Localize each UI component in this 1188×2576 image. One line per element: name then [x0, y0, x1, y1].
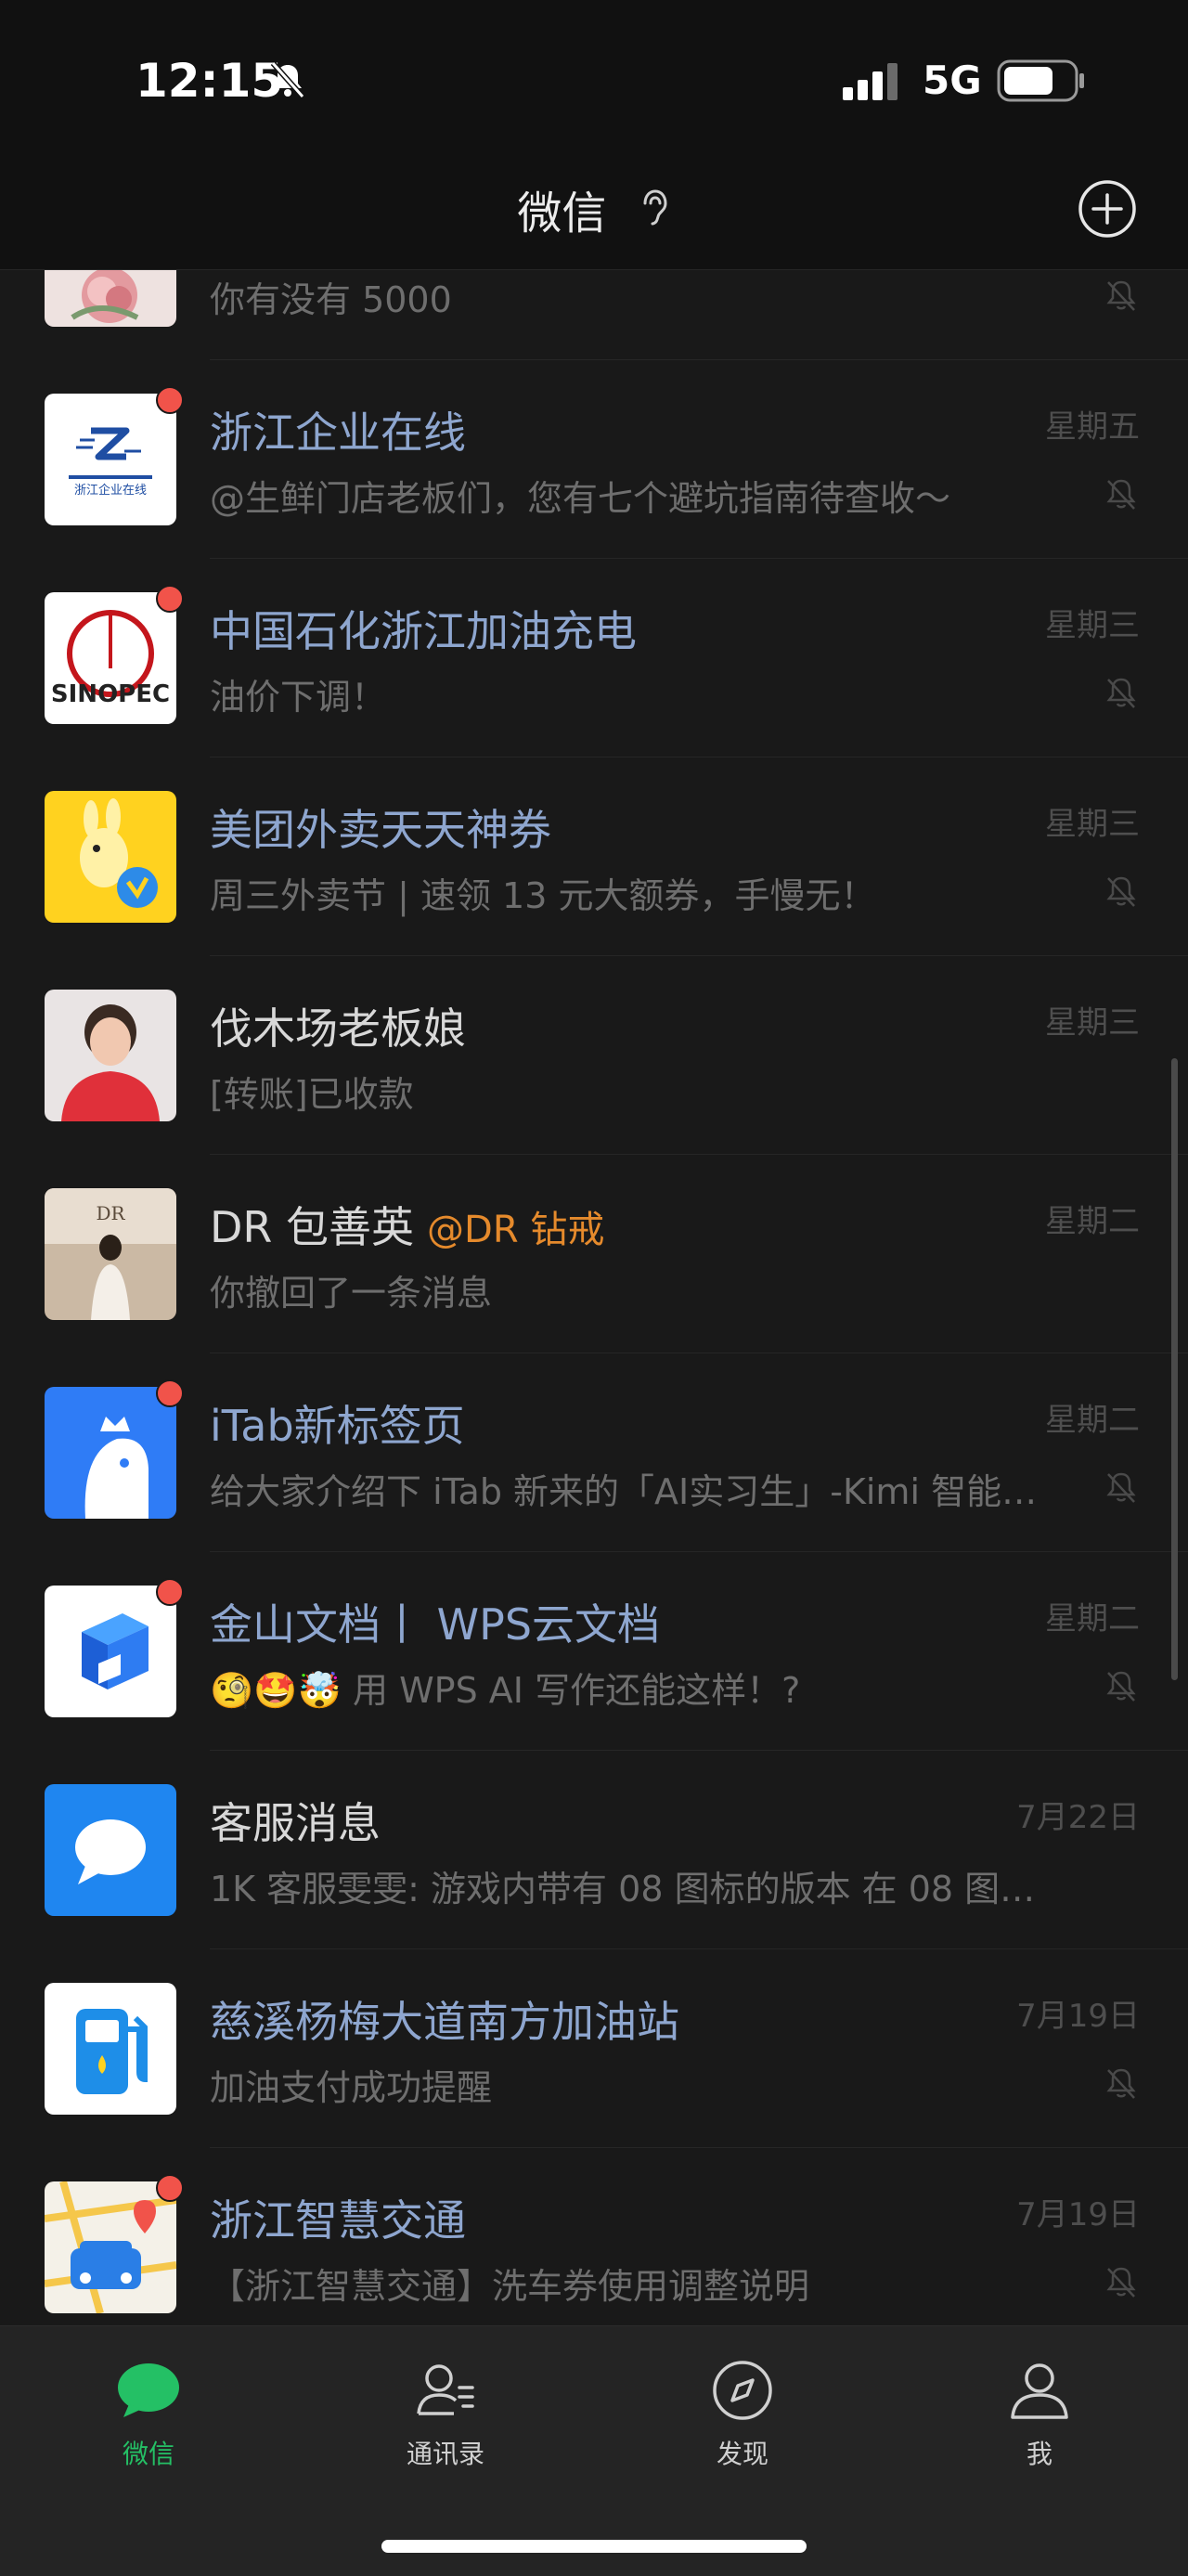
chat-name: 浙江企业在线	[210, 408, 466, 458]
chat-row[interactable]: 客服消息 1K 客服雯雯: 游戏内带有 08 图标的版本 在 08 图标中可以看…	[0, 1751, 1188, 1949]
mute-icon	[1106, 1472, 1136, 1503]
unread-badge	[156, 386, 184, 414]
mute-icon	[1106, 678, 1136, 708]
svg-text:SINOPEC: SINOPEC	[51, 680, 170, 708]
chat-date: 7月22日	[1016, 1799, 1140, 1836]
chat-date: 星期三	[1045, 607, 1140, 644]
tab-label: 微信	[122, 2439, 174, 2469]
chat-preview: 给大家介绍下 iTab 新来的「AI实习生」-Kimi 智能助手…	[210, 1471, 1045, 1512]
chat-preview: 你撤回了一条消息	[210, 1273, 493, 1314]
chat-row[interactable]: 慈溪杨梅大道南方加油站 加油支付成功提醒 7月19日	[0, 1949, 1188, 2148]
avatar: SINOPEC	[45, 592, 176, 724]
chat-date: 星期三	[1045, 1004, 1140, 1042]
chat-date: 7月19日	[1016, 2196, 1140, 2233]
status-bar: 12:15 5G	[0, 0, 1188, 149]
unread-badge	[156, 1379, 184, 1407]
chat-row[interactable]: 伐木场老板娘 [转账]已收款 星期三	[0, 956, 1188, 1155]
contacts-icon	[417, 2364, 474, 2415]
chat-name: 客服消息	[210, 1798, 381, 1848]
signal-icon	[843, 63, 897, 100]
avatar	[45, 791, 176, 923]
mute-icon	[1106, 280, 1136, 311]
tab-me[interactable]: 我	[947, 2326, 1132, 2475]
bottom-tab-bar: 微信 通讯录 发现 我	[0, 2325, 1188, 2576]
chat-preview: 周三外卖节 | 速领 13 元大额券，手慢无！	[210, 875, 876, 916]
chat-date: 星期三	[1045, 806, 1140, 843]
mute-icon	[1106, 479, 1136, 510]
tab-contacts[interactable]: 通讯录	[353, 2326, 538, 2475]
chat-preview: 1K 客服雯雯: 游戏内带有 08 图标的版本 在 08 图标中可以看到	[210, 1869, 1045, 1909]
chat-name: 浙江智慧交通	[210, 2195, 466, 2246]
chat-name: iTab新标签页	[210, 1401, 465, 1451]
nav-header: 微信	[0, 149, 1188, 270]
person-icon	[1011, 2363, 1068, 2419]
svg-text:浙江企业在线: 浙江企业在线	[74, 483, 147, 498]
chat-date: 星期二	[1045, 1402, 1140, 1439]
unread-badge	[156, 585, 184, 613]
chat-name: 金山文档丨 WPS云文档	[210, 1599, 661, 1650]
chat-row[interactable]: 金山文档丨 WPS云文档 🧐🤩🤯 用 WPS AI 写作还能这样！? 星期二	[0, 1552, 1188, 1751]
earpiece-mode-icon	[643, 189, 667, 226]
add-plus-button[interactable]	[1077, 178, 1138, 239]
avatar	[45, 1983, 176, 2115]
chat-row[interactable]: 浙江企业在线 浙江企业在线 @生鲜门店老板们，您有七个避坑指南待查收～ 星期五	[0, 360, 1188, 559]
mute-icon	[1106, 1671, 1136, 1702]
chat-name: 中国石化浙江加油充电	[210, 606, 637, 656]
chat-preview: 【浙江智慧交通】洗车券使用调整说明	[210, 2266, 810, 2307]
mute-icon	[1106, 2267, 1136, 2298]
chat-preview: 加油支付成功提醒	[210, 2067, 493, 2108]
chat-name: 伐木场老板娘	[210, 1003, 466, 1054]
chat-date: 星期二	[1045, 1600, 1140, 1638]
tab-chats[interactable]: 微信	[56, 2326, 241, 2475]
chat-name: 美团外卖天天神券	[210, 805, 551, 855]
chat-preview: 🧐🤩🤯 用 WPS AI 写作还能这样！?	[210, 1670, 801, 1711]
avatar: 浙江企业在线	[45, 394, 176, 525]
home-indicator[interactable]	[381, 2540, 807, 2553]
tab-label: 发现	[716, 2439, 768, 2469]
compass-icon	[713, 2361, 772, 2420]
chat-row[interactable]: DR DR 包善英 @DR 钻戒 你撤回了一条消息 星期二	[0, 1155, 1188, 1353]
chat-row[interactable]: SINOPEC 中国石化浙江加油充电 油价下调！ 星期三	[0, 559, 1188, 757]
tab-label: 我	[1026, 2439, 1052, 2469]
tab-discover[interactable]: 发现	[650, 2326, 835, 2475]
mute-icon	[1106, 876, 1136, 907]
avatar	[45, 1586, 176, 1717]
unread-badge	[156, 1578, 184, 1606]
chat-row[interactable]: 浙江智慧交通 【浙江智慧交通】洗车券使用调整说明 7月19日	[0, 2148, 1188, 2325]
avatar	[45, 1387, 176, 1519]
silent-mode-icon	[270, 61, 305, 98]
avatar	[45, 1784, 176, 1916]
chat-row[interactable]: iTab新标签页 给大家介绍下 iTab 新来的「AI实习生」-Kimi 智能助…	[0, 1353, 1188, 1552]
chat-icon	[118, 2363, 179, 2417]
unread-badge	[156, 2174, 184, 2202]
chat-row[interactable]: 美团外卖天天神券 周三外卖节 | 速领 13 元大额券，手慢无！ 星期三	[0, 757, 1188, 956]
chat-preview: 油价下调！	[210, 677, 387, 718]
chat-preview: [转账]已收款	[210, 1074, 414, 1115]
chat-preview: 你有没有 5000	[210, 279, 452, 320]
chat-row[interactable]: 你有没有 5000	[0, 270, 1188, 360]
mention-tag: @DR 钻戒	[427, 1209, 605, 1251]
page-title: 微信	[0, 176, 1188, 241]
avatar	[45, 2181, 176, 2313]
avatar	[45, 990, 176, 1121]
battery-icon	[997, 59, 1084, 102]
mute-icon	[1106, 2068, 1136, 2099]
status-time: 12:15	[136, 54, 284, 108]
chat-date: 7月19日	[1016, 1998, 1140, 2035]
avatar	[45, 270, 176, 327]
svg-text:DR: DR	[96, 1202, 125, 1224]
chat-list[interactable]: 你有没有 5000 浙江企业在线 浙江企业在线 @生鲜门店老板们，您有七个避坑指…	[0, 270, 1188, 2325]
chat-name: 慈溪杨梅大道南方加油站	[210, 1997, 679, 2047]
chat-date: 星期二	[1045, 1203, 1140, 1240]
tab-label: 通讯录	[406, 2439, 484, 2469]
network-type: 5G	[923, 58, 982, 103]
chat-date: 星期五	[1045, 408, 1140, 446]
avatar: DR	[45, 1188, 176, 1320]
scrollbar[interactable]	[1171, 1058, 1178, 1680]
chat-name: DR 包善英 @DR 钻戒	[210, 1202, 605, 1252]
chat-preview: @生鲜门店老板们，您有七个避坑指南待查收～	[210, 478, 951, 519]
